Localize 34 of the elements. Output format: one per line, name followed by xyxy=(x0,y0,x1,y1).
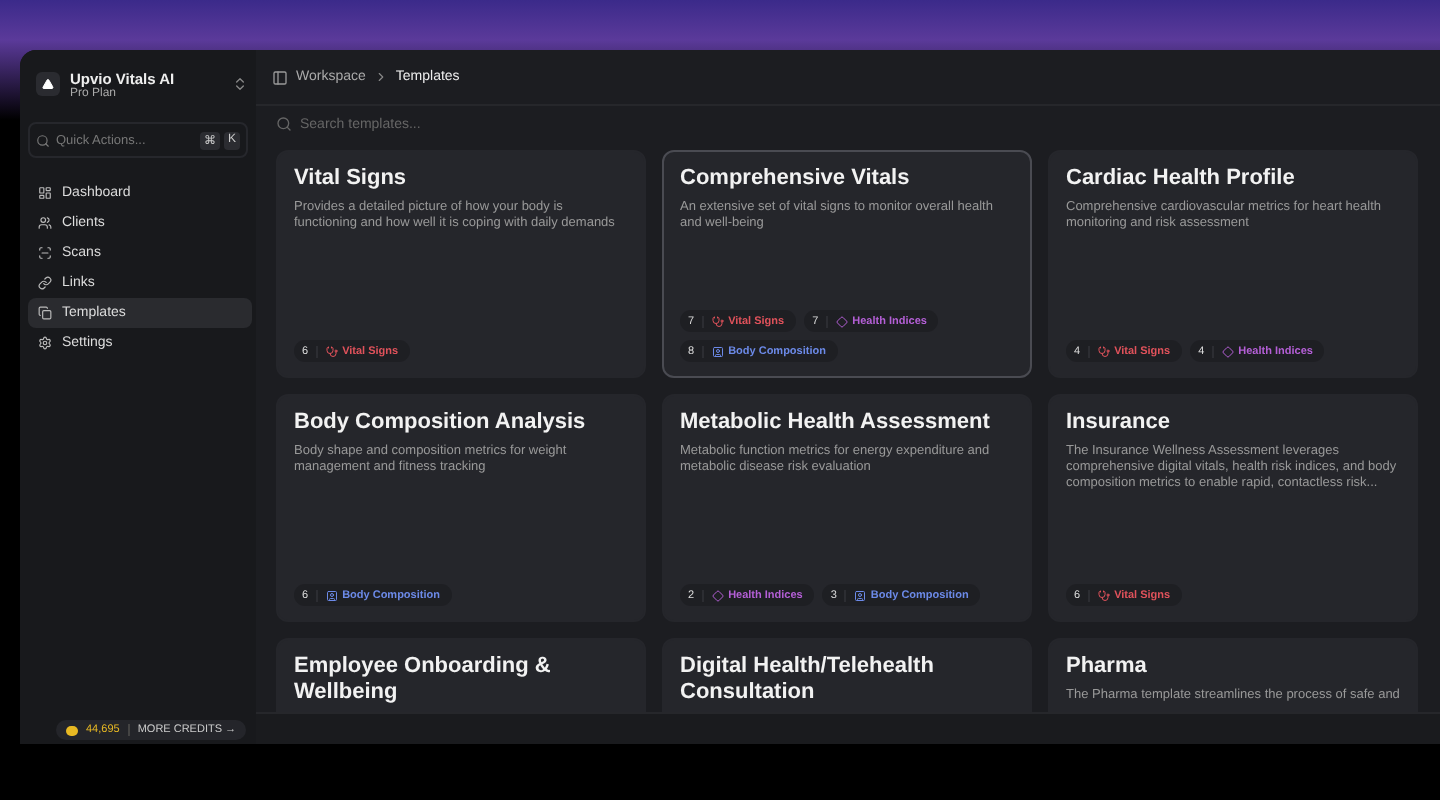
diamond-icon xyxy=(712,589,725,601)
card-title: Cardiac Health Profile xyxy=(1066,166,1297,192)
coin-icon xyxy=(66,725,78,735)
person-square-icon xyxy=(712,345,725,357)
search-icon xyxy=(276,116,292,132)
diamond-icon xyxy=(1222,345,1235,357)
users-icon xyxy=(38,216,52,230)
card-title: Employee Onboarding & Wellbeing xyxy=(294,654,553,706)
link-icon xyxy=(38,276,52,290)
chevron-icon[interactable] xyxy=(232,76,248,92)
template-card[interactable]: Employee Onboarding & Wellbeing xyxy=(276,638,646,712)
card-title: Digital Health/Telehealth Consultation xyxy=(680,654,936,706)
card-title: Vital Signs xyxy=(294,166,409,192)
chevron-right-icon xyxy=(373,70,388,84)
card-title: Metabolic Health Assessment xyxy=(680,410,992,436)
search-icon xyxy=(36,133,50,147)
stethoscope-icon xyxy=(1098,345,1111,357)
person-square-icon xyxy=(326,589,339,601)
card-title: Comprehensive Vitals xyxy=(680,166,912,192)
card-title: Body Composition Analysis xyxy=(294,410,588,436)
settings-icon xyxy=(38,336,52,350)
diamond-icon xyxy=(836,315,849,327)
template-card[interactable]: Digital Health/Telehealth Consultation xyxy=(662,638,1032,712)
card-title: Insurance xyxy=(1066,410,1172,436)
card-title: Pharma xyxy=(1066,654,1149,680)
person-square-icon xyxy=(854,589,867,601)
stethoscope-icon xyxy=(326,345,339,357)
sidebar-icon[interactable] xyxy=(272,69,288,85)
stethoscope-icon xyxy=(1098,589,1111,601)
stethoscope-icon xyxy=(712,315,725,327)
scan-icon xyxy=(38,246,52,260)
logo-icon xyxy=(36,72,60,96)
dashboard-icon xyxy=(38,186,52,200)
copy-icon xyxy=(38,306,52,320)
